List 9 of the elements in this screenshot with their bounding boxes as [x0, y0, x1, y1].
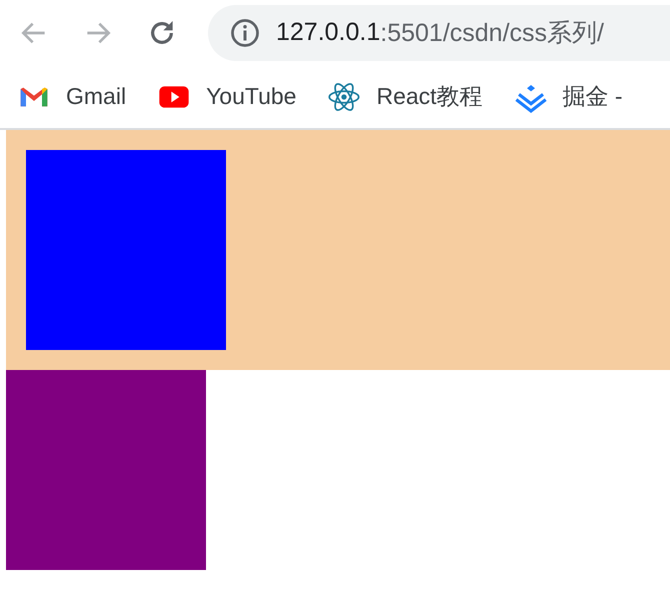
bookmark[interactable]: 掘金 -	[514, 80, 623, 112]
bookmark[interactable]: YouTube	[158, 80, 296, 112]
url-host: 127.0.0.1	[276, 18, 380, 47]
bookmark[interactable]: React教程	[328, 80, 483, 112]
bookmark[interactable]: Gmail	[18, 80, 126, 112]
url-path: :5501/csdn/css系列/	[380, 18, 604, 49]
atom-icon	[328, 80, 360, 112]
info-icon[interactable]	[230, 18, 260, 48]
address-bar[interactable]: 127.0.0.1:5501/csdn/css系列/	[208, 4, 670, 60]
